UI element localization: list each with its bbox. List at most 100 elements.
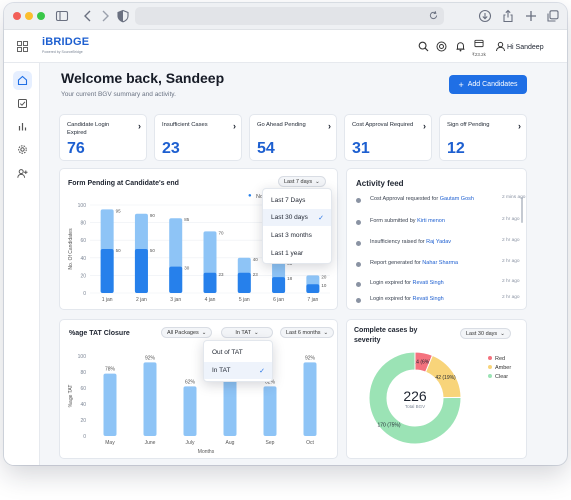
feed-person-link[interactable]: Kirti menon	[417, 218, 445, 224]
stat-label: Insufficient Cases	[162, 122, 208, 128]
nav-add-user[interactable]	[13, 164, 32, 183]
nav-home[interactable]	[13, 71, 32, 90]
check-icon: ✓	[259, 367, 265, 375]
back-icon[interactable]	[81, 9, 95, 23]
feed-item[interactable]: Report generated for Nahar Sharma 2 hr a…	[356, 259, 520, 275]
minimize-window-button[interactable]	[25, 12, 33, 20]
x-tick-label: 7 jan	[307, 297, 318, 303]
stat-label: Cost Approval Required	[352, 122, 414, 128]
feed-time: 2 hr ago	[502, 295, 520, 300]
chevron-right-icon: ›	[138, 121, 141, 131]
search-icon[interactable]	[418, 41, 429, 52]
feed-dot	[356, 282, 361, 287]
new-tab-icon[interactable]	[524, 9, 538, 23]
wallet-balance: ₹23.2k	[472, 52, 486, 57]
bar-pending-label: 23	[219, 272, 225, 277]
grid-menu-icon[interactable]	[17, 41, 28, 52]
download-icon[interactable]	[478, 9, 492, 23]
feed-text: Login expired for Revati Singh	[370, 280, 444, 286]
feed-item[interactable]: Insufficiency raised for Raj Yadav 2 hr …	[356, 238, 520, 254]
feed-item[interactable]: Form submitted by Kirti menon 2 hr ago	[356, 217, 520, 233]
sidebar-toggle-icon[interactable]	[55, 9, 69, 23]
feed-item[interactable]: Cost Approval requested for Gautam Gosh …	[356, 195, 525, 211]
stat-label: Candidate Login Expired	[67, 122, 110, 136]
chevron-right-icon: ›	[518, 121, 521, 131]
feed-item[interactable]: Login expired for Revati Singh 2 hr ago	[356, 279, 520, 295]
bar-pending	[203, 272, 217, 293]
tat-option[interactable]: Out of TAT	[204, 344, 272, 361]
y-axis-label: %age TAT	[68, 385, 74, 408]
feed-person-link[interactable]: Revati Singh	[413, 296, 444, 302]
bar-tat	[303, 362, 317, 436]
range-option[interactable]: Last 3 months	[263, 227, 331, 244]
notification-bell-icon[interactable]	[455, 41, 466, 52]
nav-tasks[interactable]	[13, 94, 32, 113]
severity-donut-chart: 14 (6%)42 (19%)170 (75%)RedAmberClear	[368, 351, 511, 445]
stat-card-sign-off[interactable]: Sign off Pending 12 ›	[439, 114, 527, 161]
feed-person-link[interactable]: Nahar Sharma	[422, 260, 458, 266]
feed-time: 2 hr ago	[502, 238, 520, 243]
x-tick-label: May	[105, 440, 115, 446]
chevron-right-icon: ›	[423, 121, 426, 131]
address-bar[interactable]	[135, 7, 444, 25]
x-tick-label: 3 jan	[170, 297, 181, 303]
legend-swatch-clear	[488, 374, 492, 378]
bar-tat	[263, 386, 277, 436]
user-icon[interactable]	[495, 41, 506, 52]
add-candidates-button[interactable]: + Add Candidates	[449, 75, 527, 94]
feed-dot	[356, 298, 361, 303]
feed-time: 2 mins ago	[502, 195, 526, 200]
y-tick-label: 0	[83, 434, 86, 440]
stat-card-go-ahead[interactable]: Go Ahead Pending 54 ›	[249, 114, 337, 161]
stat-card-cost-approval[interactable]: Cost Approval Required 31 ›	[344, 114, 432, 161]
feed-person-link[interactable]: Revati Singh	[413, 280, 444, 286]
reload-icon[interactable]	[428, 10, 439, 21]
legend-label: Clear	[495, 374, 508, 380]
feed-text: Cost Approval requested for Gautam Gosh	[370, 196, 474, 202]
user-greeting[interactable]: Hi Sandeep	[507, 44, 544, 51]
nav-reports[interactable]	[13, 117, 32, 136]
range-option-selected[interactable]: Last 30 days ✓	[263, 209, 331, 226]
add-candidates-label: Add Candidates	[467, 81, 518, 88]
app-logo[interactable]: iBRIDGE	[42, 36, 89, 48]
feed-person-link[interactable]: Raj Yadav	[426, 239, 451, 245]
bar-tat-label: 92%	[145, 355, 156, 361]
y-tick-label: 20	[80, 418, 86, 424]
feed-text: Report generated for Nahar Sharma	[370, 260, 459, 266]
x-tick-label: 5 jan	[239, 297, 250, 303]
feed-dot	[356, 262, 361, 267]
stat-card-login-expired[interactable]: Candidate Login Expired 76 ›	[59, 114, 147, 161]
logo-tagline: Powered by SourceBridge	[42, 50, 83, 54]
range-option[interactable]: Last 1 year	[263, 245, 331, 262]
tat-closure-chart: %age TAT 0 20 40 60 80 100 78% May 92% June 62% July…	[68, 354, 317, 455]
maximize-window-button[interactable]	[37, 12, 45, 20]
nav-settings[interactable]	[13, 140, 32, 159]
x-tick-label: Aug	[226, 440, 235, 446]
feed-scrollbar[interactable]	[521, 197, 523, 223]
range-option-label: Last 30 days	[271, 214, 308, 221]
bar-pending-label: 18	[287, 276, 293, 281]
tab-overview-icon[interactable]	[546, 9, 560, 23]
x-tick-label: 2 jan	[136, 297, 147, 303]
y-tick-label: 40	[80, 256, 86, 262]
feed-person-link[interactable]: Gautam Gosh	[440, 196, 474, 202]
panel-title: Activity feed	[356, 179, 404, 188]
feed-item[interactable]: Login expired for Revati Singh 2 hr ago	[356, 295, 520, 311]
x-tick-label: 6 jan	[273, 297, 284, 303]
share-icon[interactable]	[501, 9, 515, 23]
stat-card-insufficient[interactable]: Insufficient Cases 23 ›	[154, 114, 242, 161]
support-icon[interactable]	[436, 41, 447, 52]
shield-icon[interactable]	[116, 9, 130, 23]
range-option[interactable]: Last 7 Days	[263, 192, 331, 209]
y-tick-label: 80	[80, 370, 86, 376]
donut-slice-label: 170 (75%)	[377, 422, 400, 428]
feed-time: 2 hr ago	[502, 259, 520, 264]
bar-pending-label: 50	[150, 248, 156, 253]
wallet-icon[interactable]	[474, 38, 484, 48]
y-tick-label: 80	[80, 221, 86, 227]
forward-icon[interactable]	[98, 9, 112, 23]
tat-option-selected[interactable]: In TAT ✓	[204, 362, 272, 379]
bar-pending	[272, 277, 286, 293]
donut-total-label: Total BGV	[404, 404, 426, 409]
close-window-button[interactable]	[13, 12, 21, 20]
